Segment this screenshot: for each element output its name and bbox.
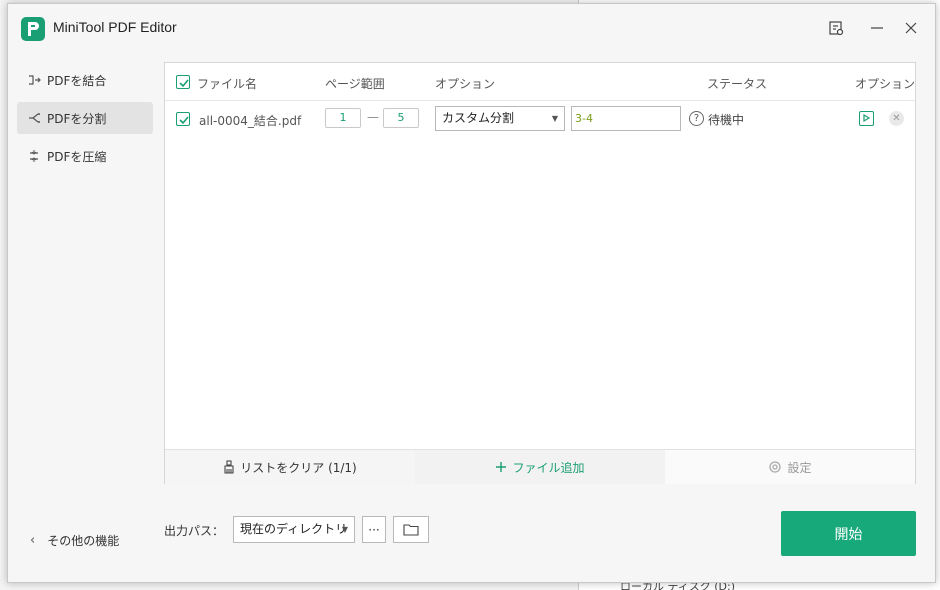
settings-button[interactable]: 設定 [665, 450, 915, 484]
more-features-label: その他の機能 [47, 532, 119, 549]
table-header: ファイル名 ページ範囲 オプション ステータス オプション [165, 63, 915, 101]
app-title: MiniTool PDF Editor [53, 19, 177, 35]
remove-row-button[interactable]: ✕ [889, 111, 904, 126]
sidebar-item-label: PDFを分割 [47, 110, 106, 127]
header-actions: オプション [855, 75, 915, 92]
split-mode-value: カスタム分割 [442, 111, 514, 125]
header-page-range: ページ範囲 [325, 75, 385, 92]
browse-folder-button[interactable] [393, 516, 429, 543]
merge-icon [27, 73, 41, 87]
page-range-separator: — [367, 110, 379, 124]
output-path-label: 出力パス： [164, 522, 224, 539]
feedback-icon [828, 20, 844, 36]
panel-footer: リストをクリア (1/1) ファイル追加 設定 [165, 449, 915, 484]
plus-icon [495, 461, 507, 473]
output-path-value: 現在のディレクトリ [240, 522, 347, 536]
app-window: MiniTool PDF Editor [7, 3, 936, 583]
broom-icon [223, 460, 235, 474]
sidebar-item-compress[interactable]: PDFを圧縮 [17, 140, 153, 172]
settings-label: 設定 [787, 459, 811, 476]
header-filename: ファイル名 [197, 75, 257, 92]
folder-icon [403, 523, 419, 536]
remove-icon: ✕ [892, 113, 900, 124]
more-features-button[interactable]: ‹ その他の機能 [30, 532, 119, 549]
sidebar: PDFを結合 PDFを分割 PDFを圧縮 [17, 64, 153, 178]
more-icon: ··· [368, 523, 379, 537]
split-icon [27, 111, 41, 125]
close-icon [904, 21, 918, 35]
table-row: all-0004_結合.pdf 1 — 5 カスタム分割 ▼ 3-4 ? 待機中… [165, 101, 915, 137]
start-button[interactable]: 開始 [781, 511, 916, 556]
sidebar-item-label: PDFを圧縮 [47, 148, 106, 165]
page-to-input[interactable]: 5 [383, 108, 419, 128]
clear-list-label: リストをクリア (1/1) [240, 459, 357, 476]
gear-icon [768, 460, 782, 474]
play-icon [860, 112, 872, 124]
page-from-input[interactable]: 1 [325, 108, 361, 128]
sidebar-item-label: PDFを結合 [47, 72, 106, 89]
status-help-icon[interactable]: ? [689, 111, 704, 126]
run-row-button[interactable] [859, 111, 874, 126]
sidebar-item-merge[interactable]: PDFを結合 [17, 64, 153, 96]
split-mode-select[interactable]: カスタム分割 ▼ [435, 106, 565, 131]
close-button[interactable] [897, 16, 925, 40]
check-icon [178, 77, 190, 89]
add-file-button[interactable]: ファイル追加 [415, 450, 665, 484]
header-status: ステータス [707, 75, 767, 92]
row-filename: all-0004_結合.pdf [199, 112, 301, 129]
chevron-left-icon: ‹ [30, 533, 35, 548]
file-list-panel: ファイル名 ページ範囲 オプション ステータス オプション all-0004_結… [164, 62, 916, 484]
minimize-icon [870, 21, 884, 35]
sidebar-item-split[interactable]: PDFを分割 [17, 102, 153, 134]
check-icon [178, 114, 190, 126]
clear-list-button[interactable]: リストをクリア (1/1) [165, 450, 415, 484]
row-checkbox[interactable] [176, 112, 190, 126]
add-file-label: ファイル追加 [512, 459, 584, 476]
row-status: 待機中 [708, 111, 744, 128]
app-logo-icon [21, 17, 45, 41]
custom-range-input[interactable]: 3-4 [571, 106, 681, 131]
compress-icon [27, 149, 41, 163]
output-path-select[interactable]: 現在のディレクトリ ▼ [233, 516, 355, 543]
select-all-checkbox[interactable] [176, 75, 190, 89]
dropdown-caret-icon: ▼ [342, 517, 348, 542]
output-more-button[interactable]: ··· [362, 516, 386, 543]
minimize-button[interactable] [863, 16, 891, 40]
dropdown-caret-icon: ▼ [552, 107, 558, 130]
feedback-button[interactable] [822, 16, 850, 40]
title-bar: MiniTool PDF Editor [8, 4, 935, 52]
header-option: オプション [435, 75, 495, 92]
